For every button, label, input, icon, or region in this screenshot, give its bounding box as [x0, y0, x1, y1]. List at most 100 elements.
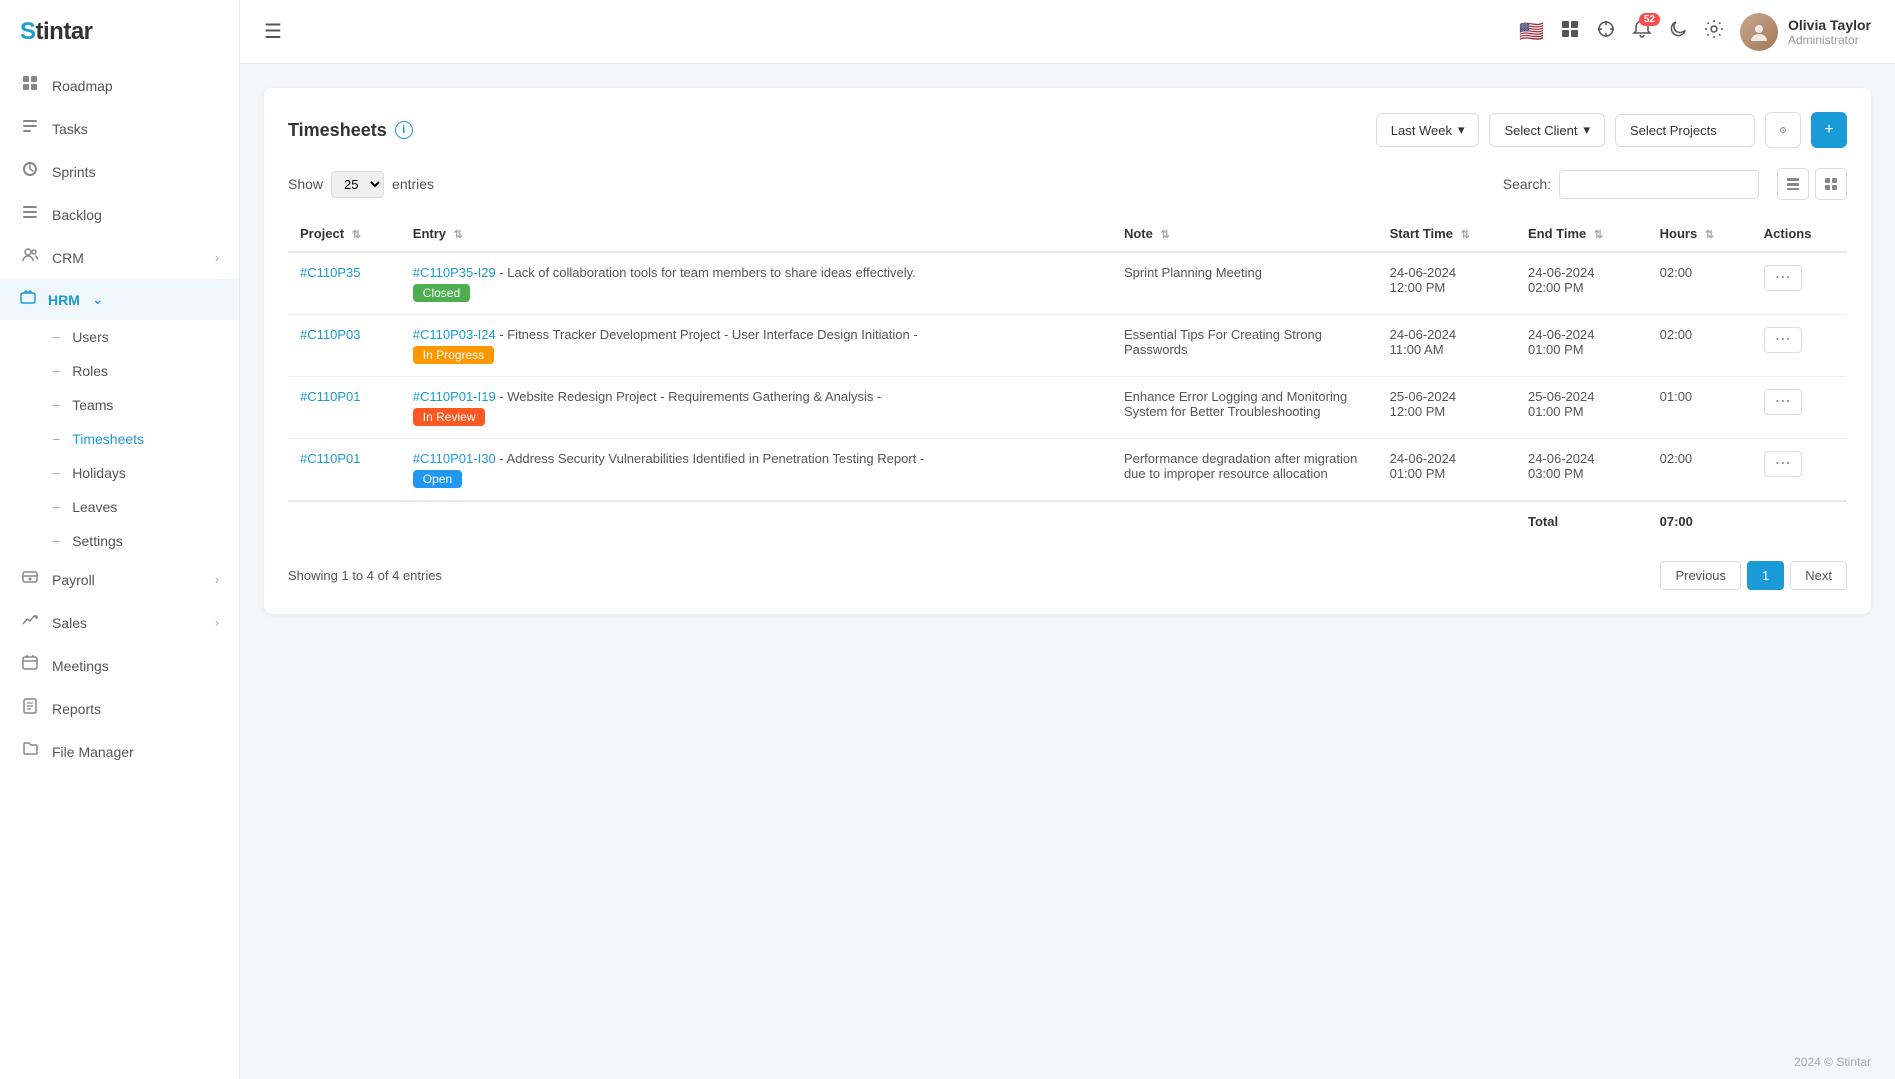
table-row: #C110P03 #C110P03-I24 - Fitness Tracker …	[288, 315, 1847, 377]
tasks-icon	[20, 118, 40, 139]
last-week-chevron: ▾	[1458, 122, 1465, 138]
sidebar-item-tasks[interactable]: Tasks	[0, 107, 239, 150]
col-end-time[interactable]: End Time ⇅	[1516, 216, 1648, 252]
entry-id-link-1[interactable]: #C110P03-I24	[413, 327, 496, 342]
entry-id-link-3[interactable]: #C110P01-I30	[413, 451, 496, 466]
showing-text: Showing 1 to 4 of 4 entries	[288, 568, 442, 583]
end-time-sort-icon: ⇅	[1594, 229, 1603, 241]
row-action-button-1[interactable]: ⋯	[1764, 327, 1802, 353]
sidebar-item-leaves[interactable]: Leaves	[0, 490, 239, 524]
project-link-3[interactable]: #C110P01	[300, 451, 360, 466]
add-timesheet-button[interactable]: +	[1811, 112, 1847, 148]
timesheets-table-wrap: Project ⇅ Entry ⇅ Note ⇅	[288, 216, 1847, 541]
sidebar-item-crm-label: CRM	[52, 250, 84, 266]
cell-actions-2: ⋯	[1752, 377, 1847, 439]
header-left: ☰	[264, 19, 282, 44]
entry-desc-2: - Website Redesign Project - Requirement…	[499, 389, 881, 404]
entry-id-link-2[interactable]: #C110P01-I19	[413, 389, 496, 404]
cell-end-2: 25-06-202401:00 PM	[1516, 377, 1648, 439]
sidebar-item-timesheets[interactable]: Timesheets	[0, 422, 239, 456]
sidebar-item-meetings[interactable]: Meetings	[0, 644, 239, 687]
sidebar-item-tasks-label: Tasks	[52, 121, 88, 137]
cell-start-1: 24-06-202411:00 AM	[1378, 315, 1516, 377]
select-client-label: Select Client	[1504, 123, 1577, 138]
backlog-icon	[20, 204, 40, 225]
header-right: 🇺🇸 52	[1519, 13, 1871, 51]
file-manager-icon	[20, 741, 40, 762]
sidebar-item-hrm[interactable]: HRM ⌄	[0, 279, 239, 320]
cell-actions-0: ⋯	[1752, 252, 1847, 315]
view-toggle-buttons	[1777, 168, 1847, 200]
notification-bell[interactable]: 52	[1632, 19, 1652, 44]
sidebar: Stintar Roadmap Tasks Sprints	[0, 0, 240, 1079]
sidebar-item-users-label: Users	[72, 329, 109, 345]
select-client-filter[interactable]: Select Client ▾	[1489, 113, 1605, 147]
entry-desc-3: - Address Security Vulnerabilities Ident…	[499, 451, 924, 466]
user-profile[interactable]: Olivia Taylor Administrator	[1740, 13, 1871, 51]
sidebar-item-payroll[interactable]: Payroll ›	[0, 558, 239, 601]
search-input[interactable]	[1559, 170, 1759, 199]
table-controls: Show 25 10 50 entries Search:	[288, 168, 1847, 200]
sidebar-item-roadmap[interactable]: Roadmap	[0, 64, 239, 107]
cell-start-3: 24-06-202401:00 PM	[1378, 439, 1516, 502]
page-1-button[interactable]: 1	[1747, 561, 1784, 590]
grid-view-btn[interactable]	[1815, 168, 1847, 200]
row-action-button-2[interactable]: ⋯	[1764, 389, 1802, 415]
sidebar-item-sprints[interactable]: Sprints	[0, 150, 239, 193]
info-icon[interactable]: i	[395, 121, 413, 139]
col-hours[interactable]: Hours ⇅	[1648, 216, 1752, 252]
sidebar-item-leaves-label: Leaves	[72, 499, 117, 515]
sidebar-item-crm[interactable]: CRM ›	[0, 236, 239, 279]
row-action-button-0[interactable]: ⋯	[1764, 265, 1802, 291]
col-start-time[interactable]: Start Time ⇅	[1378, 216, 1516, 252]
previous-button[interactable]: Previous	[1660, 561, 1741, 590]
sidebar-item-backlog[interactable]: Backlog	[0, 193, 239, 236]
total-hours: 07:00	[1648, 501, 1752, 541]
cell-note-0: Sprint Planning Meeting	[1112, 252, 1378, 315]
sidebar-item-roles[interactable]: Roles	[0, 354, 239, 388]
col-entry[interactable]: Entry ⇅	[401, 216, 1112, 252]
col-note[interactable]: Note ⇅	[1112, 216, 1378, 252]
logo: Stintar	[0, 0, 239, 64]
hours-sort-icon: ⇅	[1705, 229, 1714, 241]
entry-status-badge-2: In Review	[413, 408, 486, 426]
sidebar-item-holidays[interactable]: Holidays	[0, 456, 239, 490]
entry-id-link-0[interactable]: #C110P35-I29	[413, 265, 496, 280]
select-client-chevron: ▾	[1583, 122, 1590, 138]
cell-start-2: 25-06-202412:00 PM	[1378, 377, 1516, 439]
entry-desc-1: - Fitness Tracker Development Project - …	[499, 327, 917, 342]
sidebar-item-reports-label: Reports	[52, 701, 101, 717]
notification-count: 52	[1639, 13, 1660, 26]
cell-note-2: Enhance Error Logging and Monitoring Sys…	[1112, 377, 1378, 439]
settings-button[interactable]	[1704, 19, 1724, 44]
table-view-button[interactable]	[1777, 168, 1809, 200]
entries-per-page-select[interactable]: 25 10 50	[331, 171, 384, 198]
grid-view-button[interactable]	[1560, 19, 1580, 44]
select-projects-filter[interactable]: Select Projects	[1615, 114, 1755, 147]
col-project[interactable]: Project ⇅	[288, 216, 401, 252]
sidebar-item-users[interactable]: Users	[0, 320, 239, 354]
sidebar-item-holidays-label: Holidays	[72, 465, 126, 481]
project-link-0[interactable]: #C110P35	[300, 265, 360, 280]
sidebar-item-teams[interactable]: Teams	[0, 388, 239, 422]
clock-button[interactable]	[1765, 112, 1801, 148]
sidebar-item-sprints-label: Sprints	[52, 164, 96, 180]
row-action-button-3[interactable]: ⋯	[1764, 451, 1802, 477]
project-link-1[interactable]: #C110P03	[300, 327, 360, 342]
table-row: #C110P01 #C110P01-I19 - Website Redesign…	[288, 377, 1847, 439]
cell-note-3: Performance degradation after migration …	[1112, 439, 1378, 502]
sidebar-item-settings[interactable]: Settings	[0, 524, 239, 558]
sidebar-item-timesheets-label: Timesheets	[72, 431, 144, 447]
project-link-2[interactable]: #C110P01	[300, 389, 360, 404]
language-flag[interactable]: 🇺🇸	[1519, 19, 1544, 44]
sidebar-item-file-manager[interactable]: File Manager	[0, 730, 239, 773]
dark-mode-toggle[interactable]	[1668, 19, 1688, 44]
crosshair-button[interactable]	[1596, 19, 1616, 44]
sidebar-item-sales[interactable]: Sales ›	[0, 601, 239, 644]
cell-actions-3: ⋯	[1752, 439, 1847, 502]
hamburger-button[interactable]: ☰	[264, 19, 282, 44]
total-label: Total	[1516, 501, 1648, 541]
sidebar-item-reports[interactable]: Reports	[0, 687, 239, 730]
last-week-filter[interactable]: Last Week ▾	[1376, 113, 1480, 147]
next-button[interactable]: Next	[1790, 561, 1847, 590]
